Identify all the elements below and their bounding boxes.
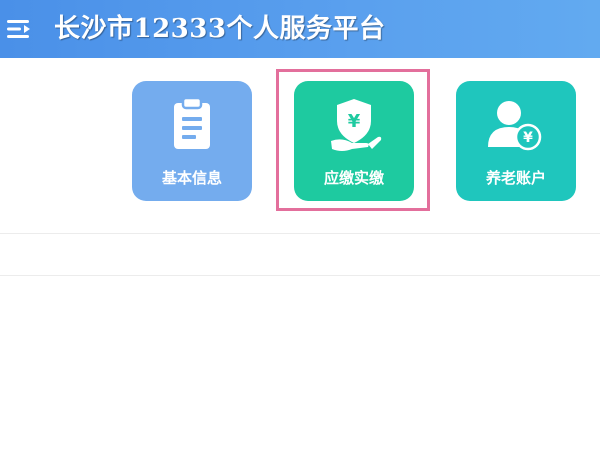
basic-info-tile[interactable]: 基本信息 <box>132 81 252 201</box>
divider <box>0 275 600 276</box>
svg-text:¥: ¥ <box>523 130 533 146</box>
svg-text:¥: ¥ <box>348 111 361 132</box>
pension-account-tile[interactable]: ¥ 养老账户 <box>456 81 576 201</box>
menu-icon <box>7 20 30 38</box>
user-yen-icon: ¥ <box>488 101 542 151</box>
hand-shield-yen-icon: ¥ <box>331 99 382 151</box>
clipboard-icon <box>174 96 210 149</box>
page-title: 长沙市12333个人服务平台 <box>54 14 386 44</box>
basic-info-label: 基本信息 <box>161 169 222 187</box>
divider <box>0 233 600 234</box>
pension-account-label: 养老账户 <box>485 169 546 187</box>
app-header: 长沙市12333个人服务平台 <box>0 0 600 58</box>
menu-button[interactable] <box>4 14 34 44</box>
payment-status-label: 应缴实缴 <box>323 169 384 187</box>
payment-status-tile[interactable]: ¥ 应缴实缴 <box>294 81 414 201</box>
